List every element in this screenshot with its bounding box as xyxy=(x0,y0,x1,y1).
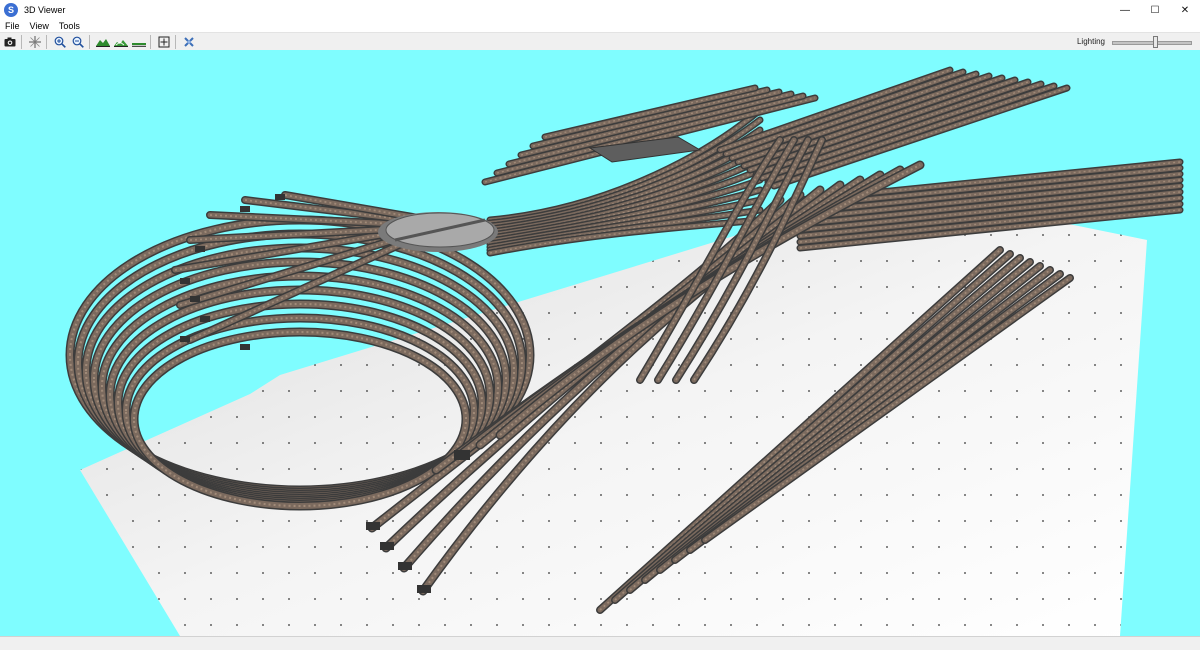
buffer-stop xyxy=(240,206,250,212)
zoom-out-icon xyxy=(72,36,84,48)
buffer-stop xyxy=(180,336,190,342)
zoom-out-button[interactable] xyxy=(70,34,86,50)
buffer-stop xyxy=(190,296,200,302)
lighting-control: Lighting xyxy=(1077,33,1194,50)
close-view-button[interactable] xyxy=(181,34,197,50)
crosshair-icon xyxy=(29,35,41,48)
lighting-slider-track xyxy=(1112,40,1192,45)
toolbar-separator xyxy=(21,34,22,49)
buffer-stop xyxy=(454,450,470,460)
buffer-stop xyxy=(417,585,431,593)
status-bar xyxy=(0,636,1200,650)
terrain-alt-icon xyxy=(114,39,128,47)
buffer-stop xyxy=(398,562,412,570)
title-bar: S 3D Viewer — ☐ ✕ xyxy=(0,0,1200,20)
close-button[interactable]: ✕ xyxy=(1170,0,1200,20)
zoom-in-button[interactable] xyxy=(52,34,68,50)
menu-view[interactable]: View xyxy=(25,20,54,32)
menu-file[interactable]: File xyxy=(0,20,25,32)
toolbar-separator xyxy=(46,34,47,49)
toolbar-separator xyxy=(175,34,176,49)
buffer-stop xyxy=(366,522,380,530)
lighting-label: Lighting xyxy=(1076,37,1105,46)
3d-viewport[interactable] xyxy=(0,50,1200,636)
camera-button[interactable] xyxy=(2,34,18,50)
maximize-button[interactable]: ☐ xyxy=(1140,0,1170,20)
baseboard-button[interactable] xyxy=(131,34,147,50)
layout-3d-scene xyxy=(65,66,1184,636)
fit-view-button[interactable] xyxy=(156,34,172,50)
minimize-button[interactable]: — xyxy=(1110,0,1140,20)
window-title: 3D Viewer xyxy=(24,5,66,15)
buffer-stop xyxy=(380,542,394,550)
menu-tools[interactable]: Tools xyxy=(54,20,85,32)
app-icon: S xyxy=(4,3,18,17)
buffer-stop xyxy=(180,278,190,284)
terrain-button[interactable] xyxy=(95,34,111,50)
close-view-icon xyxy=(184,36,194,47)
camera-icon xyxy=(4,37,16,46)
terrain-icon xyxy=(96,38,110,47)
lighting-slider-thumb[interactable] xyxy=(1153,35,1159,48)
toolbar-separator xyxy=(150,34,151,49)
toolbar-separator xyxy=(89,34,90,49)
buffer-stop xyxy=(195,246,205,252)
menu-bar: File View Tools xyxy=(0,20,1200,32)
fit-view-icon xyxy=(158,36,170,47)
buffer-stop xyxy=(200,316,210,322)
buffer-stop xyxy=(240,344,250,350)
terrain-alt-button[interactable] xyxy=(113,34,129,50)
window-controls: — ☐ ✕ xyxy=(1110,0,1200,20)
toolbar: Lighting xyxy=(0,32,1200,51)
crosshair-button[interactable] xyxy=(27,34,43,50)
lighting-slider[interactable] xyxy=(1110,35,1194,48)
baseboard-icon xyxy=(132,42,146,47)
buffer-stop xyxy=(275,194,285,200)
zoom-in-icon xyxy=(54,36,66,48)
